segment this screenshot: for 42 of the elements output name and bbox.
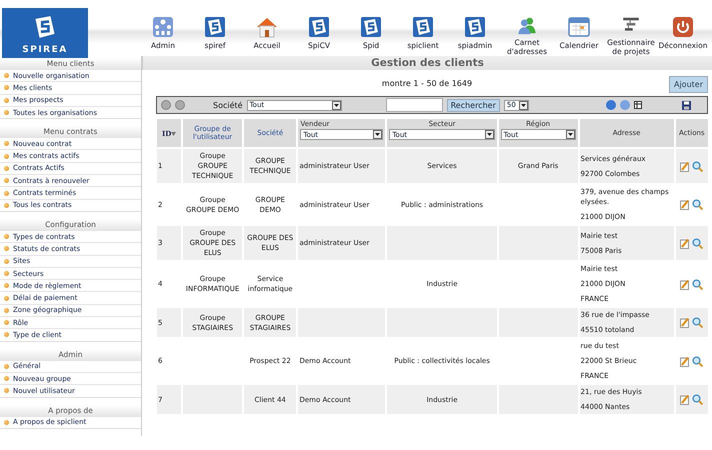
logo-icon (412, 16, 434, 38)
logo-text: SPIREA (22, 45, 68, 55)
logo-icon (464, 16, 486, 38)
logo-icon (308, 16, 330, 38)
edit-icon[interactable] (680, 356, 690, 366)
edit-icon[interactable] (680, 199, 690, 210)
back-icon[interactable] (161, 100, 171, 110)
previous-page-icon[interactable] (606, 100, 616, 110)
search-icon[interactable] (692, 317, 704, 328)
pagination-text: montre 1 - 50 de 1649 (382, 78, 472, 88)
edit-icon[interactable] (680, 394, 690, 405)
dropdown-caret-icon[interactable] (484, 130, 494, 139)
search-icon[interactable] (692, 278, 704, 290)
house-icon (256, 16, 278, 38)
next-page-icon[interactable] (620, 100, 630, 110)
dropdown-caret-icon[interactable] (332, 100, 341, 110)
dropdown-caret-icon[interactable] (566, 130, 575, 139)
search-icon[interactable] (692, 199, 704, 210)
edit-icon[interactable] (680, 238, 690, 248)
search-icon[interactable] (692, 356, 704, 366)
edit-icon[interactable] (680, 160, 690, 172)
edit-icon[interactable] (680, 278, 690, 290)
search-icon[interactable] (692, 238, 704, 248)
company-label: Société (213, 100, 243, 110)
search-icon[interactable] (692, 160, 704, 172)
page-title: Gestion des clients (371, 56, 484, 70)
add-button[interactable]: Ajouter (668, 76, 708, 93)
logo-icon (204, 16, 226, 38)
dropdown-caret-icon[interactable] (518, 100, 528, 110)
search-button[interactable]: Rechercher (446, 98, 500, 112)
search-icon[interactable] (692, 394, 704, 405)
grid-icon[interactable] (634, 101, 642, 109)
network-icon (152, 16, 174, 38)
calendar-icon (568, 16, 590, 38)
forward-icon[interactable] (175, 100, 185, 110)
logo-icon (360, 16, 382, 38)
dropdown-caret-icon[interactable] (373, 130, 382, 139)
power-icon (672, 16, 694, 38)
search-field[interactable] (386, 98, 443, 112)
save-icon[interactable] (682, 100, 691, 110)
sort-icon[interactable] (171, 132, 176, 136)
edit-icon[interactable] (680, 317, 690, 328)
